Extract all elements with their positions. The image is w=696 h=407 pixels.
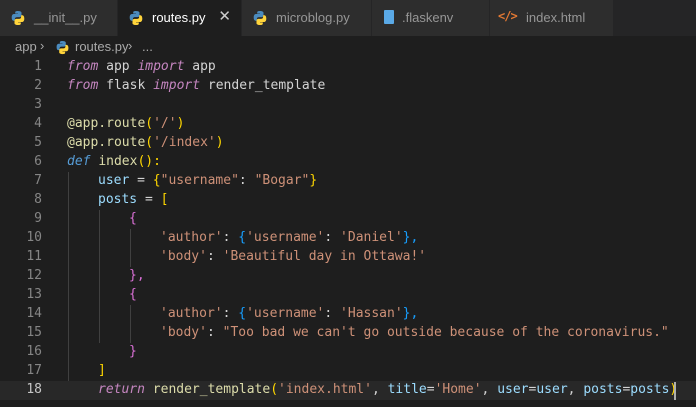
- code-text: ]: [98, 363, 106, 378]
- tab-label: microblog.py: [276, 10, 350, 25]
- text-cursor: [674, 382, 676, 400]
- chevron-right-icon: ›: [128, 38, 133, 53]
- code-line: 3: [0, 96, 696, 115]
- chevron-right-icon: ›: [40, 38, 45, 53]
- line-number: 15: [26, 325, 42, 340]
- line-number: 16: [26, 344, 42, 359]
- code-line: 15 'body': "Too bad we can't go outside …: [0, 324, 696, 343]
- html-icon: </>: [498, 9, 518, 23]
- python-icon: [11, 11, 25, 25]
- line-number: 1: [34, 59, 42, 74]
- code-line: 17 ]: [0, 362, 696, 381]
- code-text: {: [129, 211, 137, 226]
- line-number: 6: [34, 154, 42, 169]
- env-file-icon: [384, 10, 394, 24]
- tab-init-py[interactable]: __init__.py: [0, 0, 118, 36]
- code-text: 'author': {'username': 'Hassan'},: [160, 306, 419, 321]
- code-line: 8 posts = [: [0, 191, 696, 210]
- breadcrumb-symbols[interactable]: ...: [142, 39, 153, 54]
- breadcrumb-folder[interactable]: app: [15, 39, 37, 54]
- line-number: 2: [34, 78, 42, 93]
- python-icon: [253, 11, 267, 25]
- line-number: 5: [34, 135, 42, 150]
- line-number: 11: [26, 249, 42, 264]
- code-line: 14 'author': {'username': 'Hassan'},: [0, 305, 696, 324]
- code-text: from app import app: [67, 59, 216, 74]
- breadcrumb: app › routes.py › ...: [0, 36, 696, 58]
- line-number: 14: [26, 306, 42, 321]
- code-line: 10 'author': {'username': 'Daniel'},: [0, 229, 696, 248]
- code-text: def index():: [67, 154, 161, 169]
- tab-microblog-py[interactable]: microblog.py: [242, 0, 372, 36]
- python-icon: [129, 11, 143, 25]
- line-number: 17: [26, 363, 42, 378]
- line-number: 13: [26, 287, 42, 302]
- code-line: 16 }: [0, 343, 696, 362]
- line-number: 7: [34, 173, 42, 188]
- code-text: {: [129, 287, 137, 302]
- code-line: 13 {: [0, 286, 696, 305]
- tab-label: index.html: [526, 10, 586, 25]
- line-number: 9: [34, 211, 42, 226]
- code-line: 12 },: [0, 267, 696, 286]
- code-text: }: [129, 344, 137, 359]
- tab-label: routes.py: [152, 10, 206, 25]
- line-number: 12: [26, 268, 42, 283]
- code-text: return render_template('index.html', tit…: [98, 382, 677, 397]
- code-text: from flask import render_template: [67, 78, 326, 93]
- code-line: 7 user = {"username": "Bogar"}: [0, 172, 696, 191]
- code-text: posts = [: [98, 192, 169, 207]
- tab-flaskenv[interactable]: .flaskenv: [372, 0, 490, 36]
- code-line: 1 from app import app: [0, 58, 696, 77]
- tab-index-html[interactable]: </> index.html: [490, 0, 614, 36]
- code-line-current: 18 return render_template('index.html', …: [0, 381, 696, 400]
- editor-tab-bar: __init__.py routes.py ✕ microblog.py .fl…: [0, 0, 696, 36]
- code-line: 11 'body': 'Beautiful day in Ottawa!': [0, 248, 696, 267]
- code-line: 9 {: [0, 210, 696, 229]
- code-line: 6 def index():: [0, 153, 696, 172]
- line-number: 4: [34, 116, 42, 131]
- code-line: 4 @app.route('/'): [0, 115, 696, 134]
- tab-label: __init__.py: [34, 10, 97, 25]
- code-line: 2 from flask import render_template: [0, 77, 696, 96]
- code-text: user = {"username": "Bogar"}: [98, 173, 318, 188]
- line-number: 8: [34, 192, 42, 207]
- python-icon: [56, 40, 69, 55]
- code-line: 5 @app.route('/index'): [0, 134, 696, 153]
- line-number: 18: [26, 382, 42, 397]
- code-text: 'author': {'username': 'Daniel'},: [160, 230, 419, 245]
- code-text: },: [129, 268, 145, 283]
- code-text: 'body': 'Beautiful day in Ottawa!': [160, 249, 427, 264]
- close-icon[interactable]: ✕: [218, 9, 231, 25]
- code-text: @app.route('/'): [67, 116, 185, 131]
- code-text: 'body': "Too bad we can't go outside bec…: [160, 325, 669, 340]
- tab-routes-py[interactable]: routes.py ✕: [118, 0, 242, 36]
- line-number: 10: [26, 230, 42, 245]
- code-text: @app.route('/index'): [67, 135, 224, 150]
- code-editor[interactable]: 1 from app import app 2 from flask impor…: [0, 58, 696, 407]
- breadcrumb-file[interactable]: routes.py: [75, 39, 128, 54]
- tab-label: .flaskenv: [402, 10, 454, 25]
- line-number: 3: [34, 97, 42, 112]
